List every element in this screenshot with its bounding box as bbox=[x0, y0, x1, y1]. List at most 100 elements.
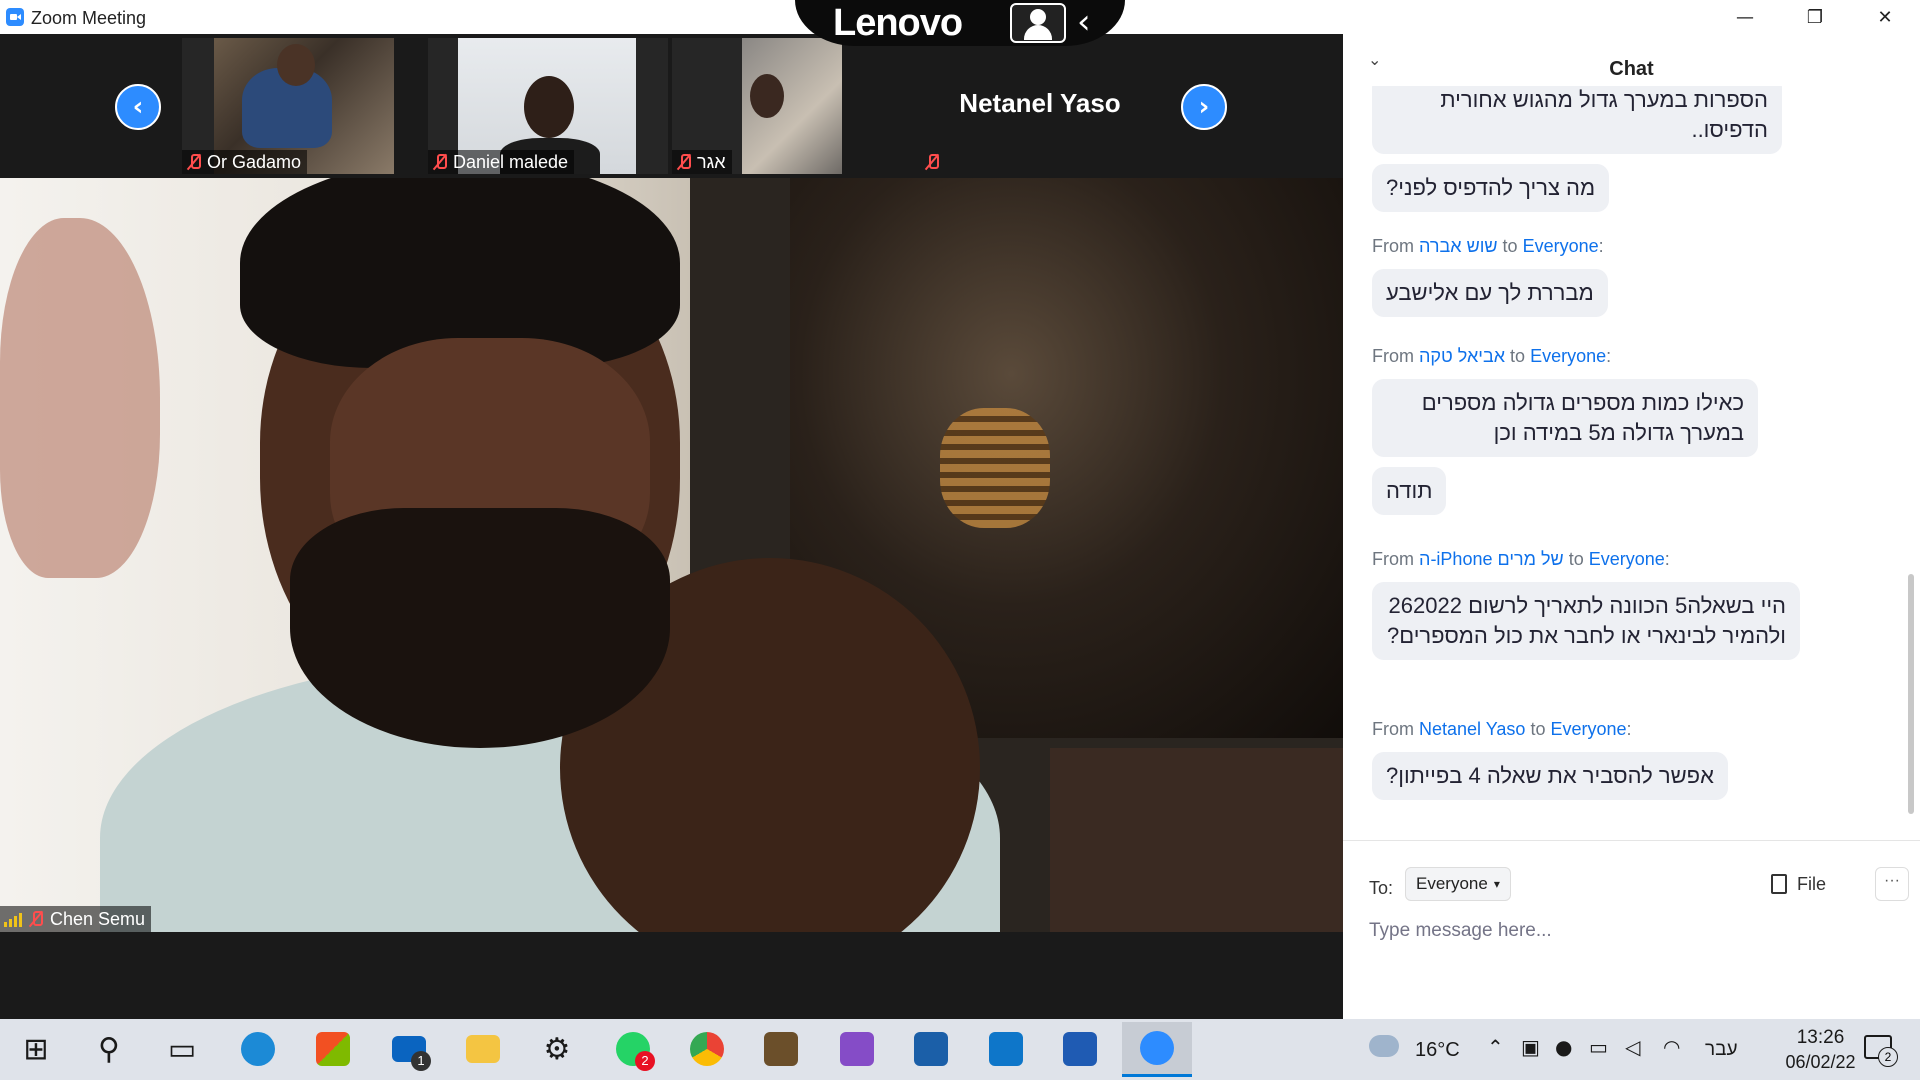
participant-name: Netanel Yaso bbox=[959, 88, 1121, 118]
temperature[interactable]: 16°C bbox=[1415, 1039, 1460, 1062]
mic-muted-icon bbox=[28, 910, 44, 928]
recipient-name[interactable]: Everyone bbox=[1550, 719, 1626, 739]
chat-scrollbar[interactable] bbox=[1908, 574, 1914, 814]
folder-icon bbox=[466, 1035, 500, 1063]
message-bubble: אפשר להסביר את שאלה 4 בפייתון? bbox=[1372, 752, 1728, 800]
message-bubble: הספרות במערך גדול מהגוש אחורית הדפיסו.. bbox=[1372, 86, 1782, 154]
message-group: From Netanel Yaso to Everyone: אפשר להסב… bbox=[1372, 719, 1728, 810]
sender-name[interactable]: ה-iPhone של מרים bbox=[1419, 549, 1564, 569]
chat-composer: To: Everyone ▾ File ··· bbox=[1343, 840, 1920, 1019]
wifi-icon[interactable]: ◠ bbox=[1663, 1035, 1680, 1059]
video-area: ‹ Or Gadamo Daniel malede אגר Netanel Ya… bbox=[0, 34, 1343, 1019]
notification-count: 2 bbox=[1878, 1047, 1898, 1067]
participant-tile[interactable]: Daniel malede bbox=[428, 38, 668, 174]
cloud-icon[interactable] bbox=[1369, 1035, 1399, 1057]
taskbar-powershell[interactable] bbox=[907, 1025, 955, 1073]
gallery-strip: ‹ Or Gadamo Daniel malede אגר Netanel Ya… bbox=[0, 34, 1343, 178]
message-sender-line: From אביאל טקה to Everyone: bbox=[1372, 346, 1758, 367]
participant-name-tag: Or Gadamo bbox=[182, 150, 308, 174]
zoom-logo-icon bbox=[6, 8, 24, 26]
participant-tile[interactable]: אגר bbox=[672, 38, 842, 174]
active-speaker-video[interactable]: Chen Semu bbox=[0, 178, 1343, 932]
vscode-icon bbox=[989, 1032, 1023, 1066]
windows-taskbar: ⊞ ⚲ ▭ 1 ⚙ 2 16°C ⌃ ▣ ● ▭ ◁ ◠ עבר 13:26 0… bbox=[0, 1019, 1920, 1080]
user-icon[interactable] bbox=[1010, 3, 1066, 43]
back-arrow-icon[interactable]: ‹ bbox=[1077, 2, 1091, 42]
battery-icon[interactable]: ▭ bbox=[1589, 1035, 1608, 1059]
colon: : bbox=[1606, 346, 1612, 366]
taskbar-chrome[interactable] bbox=[683, 1025, 731, 1073]
participant-name-tag bbox=[920, 150, 946, 174]
sender-name[interactable]: שוש אברה bbox=[1419, 236, 1498, 256]
sender-name[interactable]: אביאל טקה bbox=[1419, 346, 1505, 366]
taskbar-file-explorer[interactable] bbox=[459, 1025, 507, 1073]
recipient-name[interactable]: Everyone bbox=[1589, 549, 1665, 569]
participant-tile[interactable]: Or Gadamo bbox=[182, 38, 394, 174]
minimize-button[interactable]: — bbox=[1710, 0, 1780, 34]
from-label: From bbox=[1372, 549, 1414, 569]
to-label: To: bbox=[1369, 878, 1394, 898]
task-view-button[interactable]: ▭ bbox=[158, 1025, 206, 1073]
taskbar-settings[interactable]: ⚙ bbox=[533, 1025, 581, 1073]
whatsapp-badge: 2 bbox=[635, 1051, 655, 1071]
clock-date[interactable]: 06/02/22 bbox=[1773, 1052, 1868, 1073]
taskbar-store[interactable] bbox=[309, 1025, 357, 1073]
language-indicator[interactable]: עבר bbox=[1705, 1039, 1738, 1061]
close-button[interactable]: ✕ bbox=[1850, 0, 1920, 34]
more-options-button[interactable]: ··· bbox=[1875, 867, 1909, 901]
mic-muted-icon bbox=[186, 153, 202, 171]
taskbar-mail[interactable]: 1 bbox=[385, 1025, 433, 1073]
maximize-button[interactable]: ❐ bbox=[1780, 0, 1850, 34]
taskbar-whatsapp[interactable]: 2 bbox=[609, 1025, 657, 1073]
camera-icon[interactable]: ▣ bbox=[1521, 1035, 1540, 1059]
taskbar-visual-studio[interactable] bbox=[833, 1025, 881, 1073]
chevron-down-icon: ▾ bbox=[1493, 877, 1500, 891]
search-button[interactable]: ⚲ bbox=[85, 1025, 133, 1073]
message-bubble: היי בשאלה5 הכוונה לתאריך לרשום 262022 ול… bbox=[1372, 582, 1800, 660]
message-group: From ה-iPhone של מרים to Everyone: היי ב… bbox=[1372, 549, 1800, 670]
gallery-prev-button[interactable]: ‹ bbox=[115, 84, 161, 130]
taskbar-word[interactable] bbox=[1056, 1025, 1104, 1073]
video-chair bbox=[1050, 748, 1343, 932]
taskbar-vscode[interactable] bbox=[982, 1025, 1030, 1073]
chrome-icon bbox=[690, 1032, 724, 1066]
message-bubble: מבררת לך עם אלישבע bbox=[1372, 269, 1608, 317]
participant-name-tag: Daniel malede bbox=[428, 150, 575, 174]
message-sender-line: From שוש אברה to Everyone: bbox=[1372, 236, 1608, 257]
recipient-name[interactable]: Everyone bbox=[1523, 236, 1599, 256]
volume-icon[interactable]: ◁ bbox=[1625, 1035, 1640, 1059]
taskbar-app[interactable] bbox=[757, 1025, 805, 1073]
participant-head bbox=[750, 74, 784, 118]
chevron-up-icon[interactable]: ⌃ bbox=[1487, 1035, 1504, 1059]
recipient-select[interactable]: Everyone ▾ bbox=[1405, 867, 1511, 901]
speaker-beard bbox=[290, 508, 670, 748]
taskbar-edge[interactable] bbox=[234, 1025, 282, 1073]
chat-header: ⌄ Chat bbox=[1343, 34, 1920, 86]
gallery-next-button[interactable]: › bbox=[1181, 84, 1227, 130]
message-bubble: תודה bbox=[1372, 467, 1447, 515]
start-button[interactable]: ⊞ bbox=[12, 1025, 60, 1073]
sender-name[interactable]: Netanel Yaso bbox=[1419, 719, 1525, 739]
powershell-icon bbox=[914, 1032, 948, 1066]
clock-time[interactable]: 13:26 bbox=[1773, 1027, 1868, 1049]
file-icon bbox=[1771, 874, 1787, 894]
colon: : bbox=[1626, 719, 1632, 739]
visual-studio-icon bbox=[840, 1032, 874, 1066]
message-input[interactable] bbox=[1369, 915, 1889, 947]
chat-messages[interactable]: הספרות במערך גדול מהגוש אחורית הדפיסו.. … bbox=[1343, 86, 1903, 868]
recipient-name[interactable]: Everyone bbox=[1530, 346, 1606, 366]
file-label: File bbox=[1797, 873, 1827, 894]
message-sender-line: From ה-iPhone של מרים to Everyone: bbox=[1372, 549, 1800, 570]
from-label: From bbox=[1372, 236, 1414, 256]
colon: : bbox=[1598, 236, 1604, 256]
taskbar-zoom[interactable] bbox=[1122, 1022, 1192, 1077]
message-group: From אביאל טקה to Everyone: כאילו כמות מ… bbox=[1372, 346, 1758, 525]
painting-necklace bbox=[940, 408, 1050, 528]
microphone-icon[interactable]: ● bbox=[1555, 1035, 1572, 1059]
colon: : bbox=[1664, 549, 1670, 569]
participant-tile[interactable]: Netanel Yaso bbox=[920, 38, 1160, 174]
notification-center-icon[interactable]: 2 bbox=[1862, 1033, 1898, 1067]
mic-muted-icon bbox=[924, 153, 940, 171]
window-title: Zoom Meeting bbox=[31, 8, 147, 28]
file-button[interactable]: File bbox=[1771, 869, 1826, 899]
